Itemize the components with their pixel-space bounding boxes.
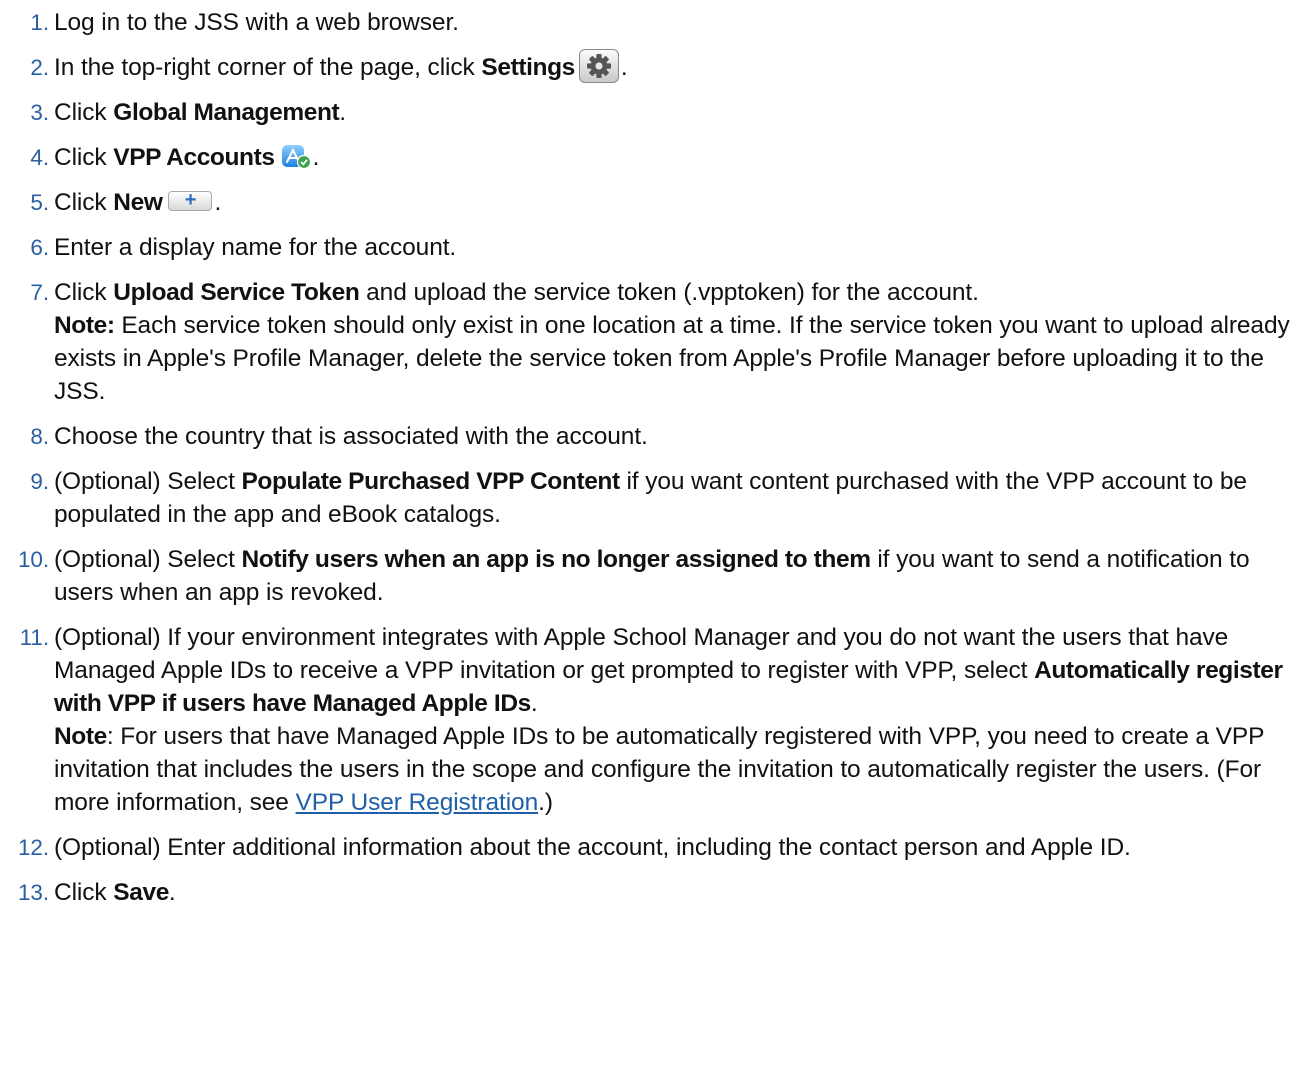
- step-text: .: [214, 189, 222, 216]
- step-text: (Optional) Select: [54, 468, 242, 495]
- step-text: (Optional) Enter additional information …: [54, 834, 1131, 861]
- step-text: Choose the country that is associated wi…: [54, 423, 648, 450]
- ui-term: Populate Purchased VPP Content: [241, 468, 620, 495]
- step-2: 2. In the top-right corner of the page, c…: [0, 48, 1291, 84]
- step-text: .): [538, 789, 553, 816]
- step-text: In the top-right corner of the page, cli…: [54, 54, 482, 81]
- step-number: 6.: [30, 235, 49, 260]
- ui-term: Note:: [54, 312, 115, 339]
- vpp-user-registration-link[interactable]: VPP User Registration: [296, 789, 539, 816]
- ui-term: Upload Service Token: [113, 279, 360, 306]
- step-text: Each service token should only exist in …: [54, 312, 1290, 405]
- step-number: 1.: [30, 10, 49, 35]
- step-text: Click: [54, 99, 114, 126]
- step-text: .: [620, 54, 628, 81]
- step-text: (Optional) Select: [54, 546, 242, 573]
- step-number: 2.: [30, 55, 49, 80]
- step-text: Click: [54, 279, 114, 306]
- step-number: 13.: [18, 880, 49, 905]
- ui-term: Save: [113, 879, 169, 906]
- step-number: 9.: [30, 469, 49, 494]
- step-12: 12. (Optional) Enter additional informati…: [0, 831, 1291, 864]
- step-text: Click: [54, 144, 114, 171]
- ui-term: Global Management: [113, 99, 340, 126]
- step-1: 1. Log in to the JSS with a web browser.: [0, 6, 1291, 39]
- ui-term: New: [113, 189, 163, 216]
- step-10: 10. (Optional) Select Notify users when a…: [0, 543, 1291, 609]
- ui-term: Settings: [481, 54, 575, 81]
- step-text: Click: [54, 189, 114, 216]
- step-text: .: [530, 690, 538, 717]
- step-7: 7. Click Upload Service Token and upload …: [0, 276, 1291, 408]
- procedure-steps: 1. Log in to the JSS with a web browser. 2…: [0, 6, 1291, 909]
- ui-term: Note: [54, 723, 107, 750]
- step-5: 5. Click New +.: [0, 186, 1291, 219]
- step-text: Enter a display name for the account.: [54, 234, 457, 261]
- step-number: 12.: [18, 835, 49, 860]
- plus-icon: +: [168, 190, 213, 211]
- step-number: 4.: [30, 145, 49, 170]
- gear-icon: [578, 48, 619, 83]
- ui-term: Notify users when an app is no longer as…: [241, 546, 871, 573]
- step-text: Click: [54, 879, 114, 906]
- step-number: 8.: [30, 424, 49, 449]
- step-4: 4. Click VPP Accounts.: [0, 141, 1291, 174]
- step-11: 11. (Optional) If your environment integr…: [0, 621, 1291, 819]
- step-text: and upload the service token (.vpptoken)…: [359, 279, 979, 306]
- vpp-accounts-icon: [281, 144, 311, 170]
- step-number: 7.: [30, 280, 49, 305]
- step-text: .: [312, 144, 320, 171]
- step-number: 3.: [30, 100, 49, 125]
- step-text: .: [339, 99, 347, 126]
- step-8: 8. Choose the country that is associated …: [0, 420, 1291, 453]
- step-3: 3. Click Global Management.: [0, 96, 1291, 129]
- step-9: 9. (Optional) Select Populate Purchased V…: [0, 465, 1291, 531]
- step-6: 6. Enter a display name for the account.: [0, 231, 1291, 264]
- step-13: 13. Click Save.: [0, 876, 1291, 909]
- step-number: 5.: [30, 190, 49, 215]
- ui-term: VPP Accounts: [113, 144, 275, 171]
- step-number: 11.: [19, 625, 49, 650]
- step-text: .: [168, 879, 176, 906]
- step-text: : For users that have Managed Apple IDs …: [54, 723, 1264, 816]
- step-number: 10.: [18, 547, 49, 572]
- step-text: Log in to the JSS with a web browser.: [54, 9, 459, 36]
